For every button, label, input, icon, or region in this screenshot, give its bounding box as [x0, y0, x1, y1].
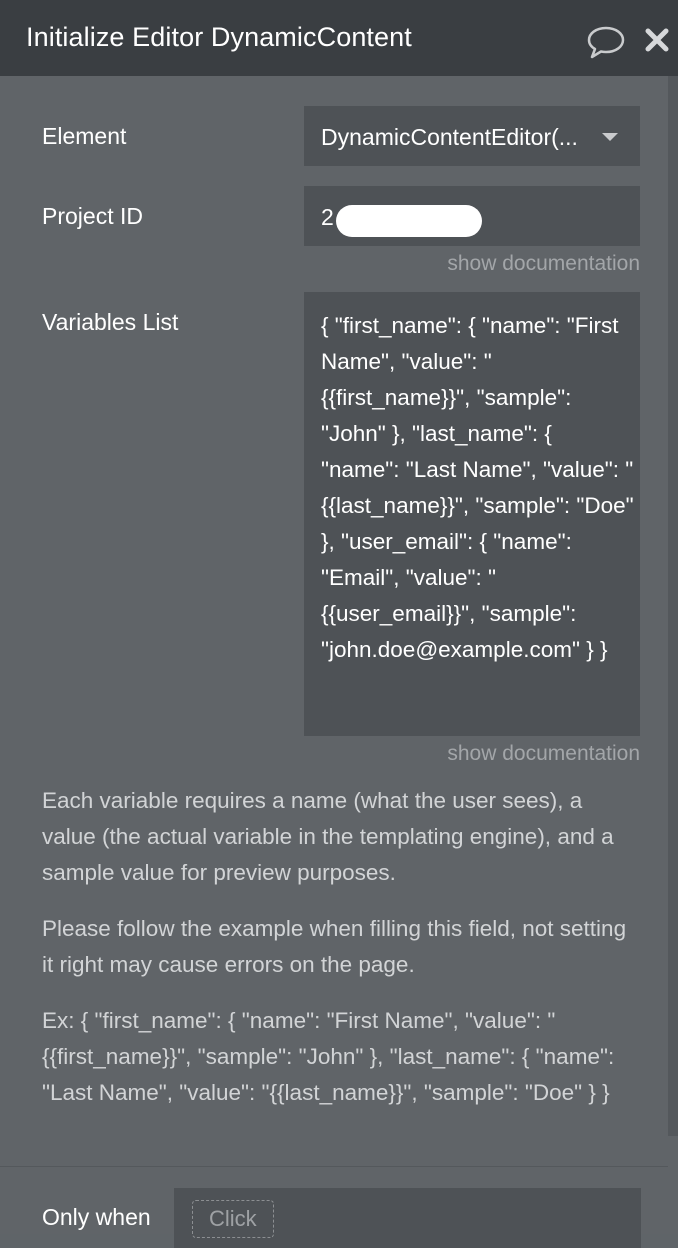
only-when-condition-field[interactable]: Click [174, 1188, 641, 1248]
close-icon[interactable] [643, 26, 671, 54]
show-documentation-link[interactable]: show documentation [447, 252, 640, 276]
panel-title: Initialize Editor DynamicContent [26, 22, 412, 52]
project-id-input[interactable]: 2 [304, 186, 640, 246]
variables-list-textarea[interactable]: { "first_name": { "name": "First Name", … [304, 292, 640, 736]
panel-scrollbar[interactable] [668, 76, 678, 1136]
help-text-variables: Each variable requires a name (what the … [42, 788, 614, 885]
project-id-label: Project ID [42, 203, 143, 229]
only-when-label: Only when [42, 1204, 151, 1230]
comment-icon[interactable] [586, 24, 626, 60]
variables-list-label: Variables List [42, 309, 179, 335]
element-dropdown-value: DynamicContentEditor(... [321, 124, 578, 150]
show-documentation-link[interactable]: show documentation [447, 742, 640, 766]
redaction-mask [336, 205, 482, 237]
help-text-warning: Please follow the example when filling t… [42, 916, 627, 977]
element-dropdown[interactable]: DynamicContentEditor(... [304, 106, 640, 166]
element-label: Element [42, 123, 127, 149]
project-id-value: 2 [321, 204, 334, 230]
section-divider [0, 1166, 668, 1167]
action-properties-panel: Initialize Editor DynamicContent Element… [0, 0, 678, 1248]
dropdown-caret-icon [602, 133, 618, 141]
variables-list-value: { "first_name": { "name": "First Name", … [321, 313, 634, 662]
only-when-click-placeholder[interactable]: Click [192, 1200, 274, 1238]
panel-header: Initialize Editor DynamicContent [0, 0, 678, 76]
help-text-example: Ex: { "first_name": { "name": "First Nam… [42, 1008, 615, 1105]
